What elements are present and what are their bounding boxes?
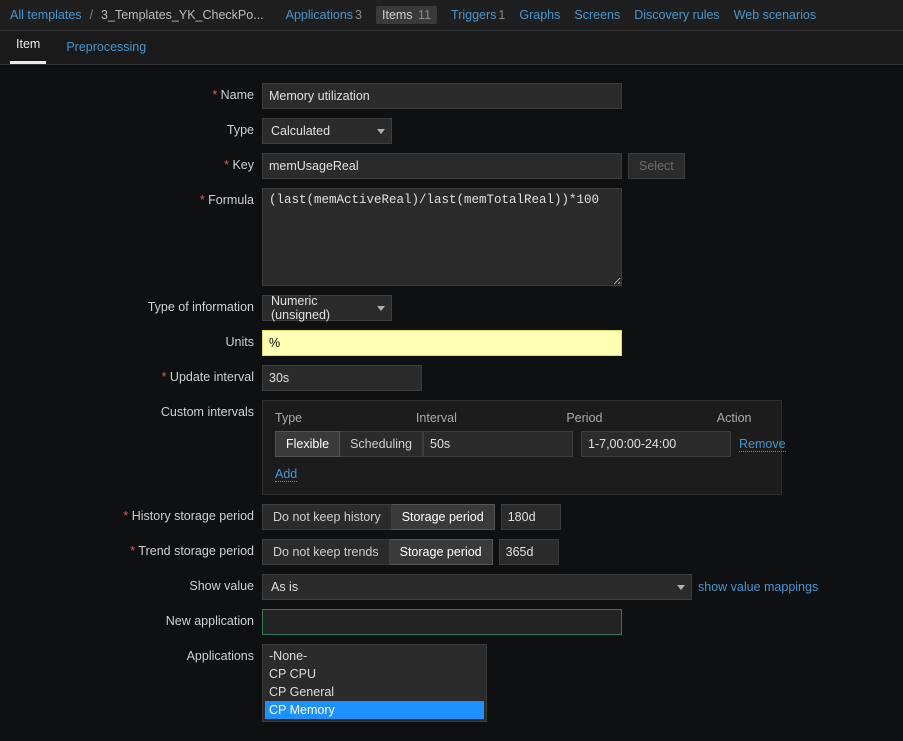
chevron-down-icon [377, 129, 385, 134]
label-trend: Trend storage period [10, 539, 262, 558]
formula-textarea[interactable]: (last(memActiveReal)/last(memTotalReal))… [262, 188, 622, 286]
nav-discovery[interactable]: Discovery rules [634, 8, 719, 22]
type-of-information-select[interactable]: Numeric (unsigned) [262, 295, 392, 321]
breadcrumb-template: 3_Templates_YK_CheckPo... [101, 8, 264, 22]
nav-screens[interactable]: Screens [574, 8, 620, 22]
history-storage-period-button[interactable]: Storage period [392, 504, 495, 530]
nav-web-scenarios[interactable]: Web scenarios [734, 8, 816, 22]
applications-option[interactable]: CP CPU [265, 665, 484, 683]
interval-type-flexible[interactable]: Flexible [275, 431, 340, 457]
intervals-head-type: Type [275, 411, 408, 425]
interval-type-scheduling[interactable]: Scheduling [340, 431, 423, 457]
interval-row: Flexible Scheduling Remove [275, 431, 769, 457]
nav-graphs[interactable]: Graphs [519, 8, 560, 22]
label-update-interval: Update interval [10, 365, 262, 384]
chevron-down-icon [677, 585, 685, 590]
history-value-input[interactable] [501, 504, 561, 530]
label-type: Type [10, 118, 262, 137]
update-interval-input[interactable] [262, 365, 422, 391]
label-history: History storage period [10, 504, 262, 523]
trend-value-input[interactable] [499, 539, 559, 565]
key-input[interactable] [262, 153, 622, 179]
chevron-down-icon [377, 306, 385, 311]
applications-option[interactable]: CP General [265, 683, 484, 701]
tab-bar: Item Preprocessing [0, 31, 903, 65]
interval-value-input[interactable] [423, 431, 573, 457]
intervals-head-action: Action [717, 411, 769, 425]
label-formula: Formula [10, 188, 262, 207]
nav-items[interactable]: Items 11 [376, 6, 437, 24]
label-key: Key [10, 153, 262, 172]
breadcrumb-all-templates[interactable]: All templates [10, 8, 82, 22]
applications-option[interactable]: CP Memory [265, 701, 484, 719]
history-no-keep-button[interactable]: Do not keep history [262, 504, 392, 530]
custom-intervals-box: Type Interval Period Action Flexible Sch… [262, 400, 782, 495]
label-type-of-information: Type of information [10, 295, 262, 314]
nav-applications[interactable]: Applications3 [286, 8, 362, 22]
label-new-application: New application [10, 609, 262, 628]
name-input[interactable] [262, 83, 622, 109]
units-input[interactable] [262, 330, 622, 356]
label-units: Units [10, 330, 262, 349]
intervals-head-interval: Interval [416, 411, 558, 425]
show-value-select[interactable]: As is [262, 574, 692, 600]
intervals-head-period: Period [566, 411, 708, 425]
interval-period-input[interactable] [581, 431, 731, 457]
tab-item[interactable]: Item [10, 29, 46, 64]
type-select[interactable]: Calculated [262, 118, 392, 144]
interval-remove-link[interactable]: Remove [739, 437, 786, 452]
tab-preprocessing[interactable]: Preprocessing [60, 32, 152, 64]
new-application-input[interactable] [262, 609, 622, 635]
nav-triggers[interactable]: Triggers1 [451, 8, 505, 22]
breadcrumb-separator: / [86, 8, 97, 22]
label-applications: Applications [10, 644, 262, 663]
item-form: Name Type Calculated Key Select Formula … [0, 65, 903, 741]
show-value-mappings-link[interactable]: show value mappings [698, 580, 818, 594]
trend-no-keep-button[interactable]: Do not keep trends [262, 539, 390, 565]
label-show-value: Show value [10, 574, 262, 593]
applications-option[interactable]: -None- [265, 647, 484, 665]
label-name: Name [10, 83, 262, 102]
interval-add-link[interactable]: Add [275, 467, 297, 482]
applications-listbox[interactable]: -None-CP CPUCP GeneralCP Memory [262, 644, 487, 722]
label-custom-intervals: Custom intervals [10, 400, 262, 419]
select-key-button: Select [628, 153, 685, 179]
template-nav: Applications3 Items 11 Triggers1 Graphs … [286, 6, 816, 24]
header-bar: All templates / 3_Templates_YK_CheckPo..… [0, 0, 903, 31]
trend-storage-period-button[interactable]: Storage period [390, 539, 493, 565]
